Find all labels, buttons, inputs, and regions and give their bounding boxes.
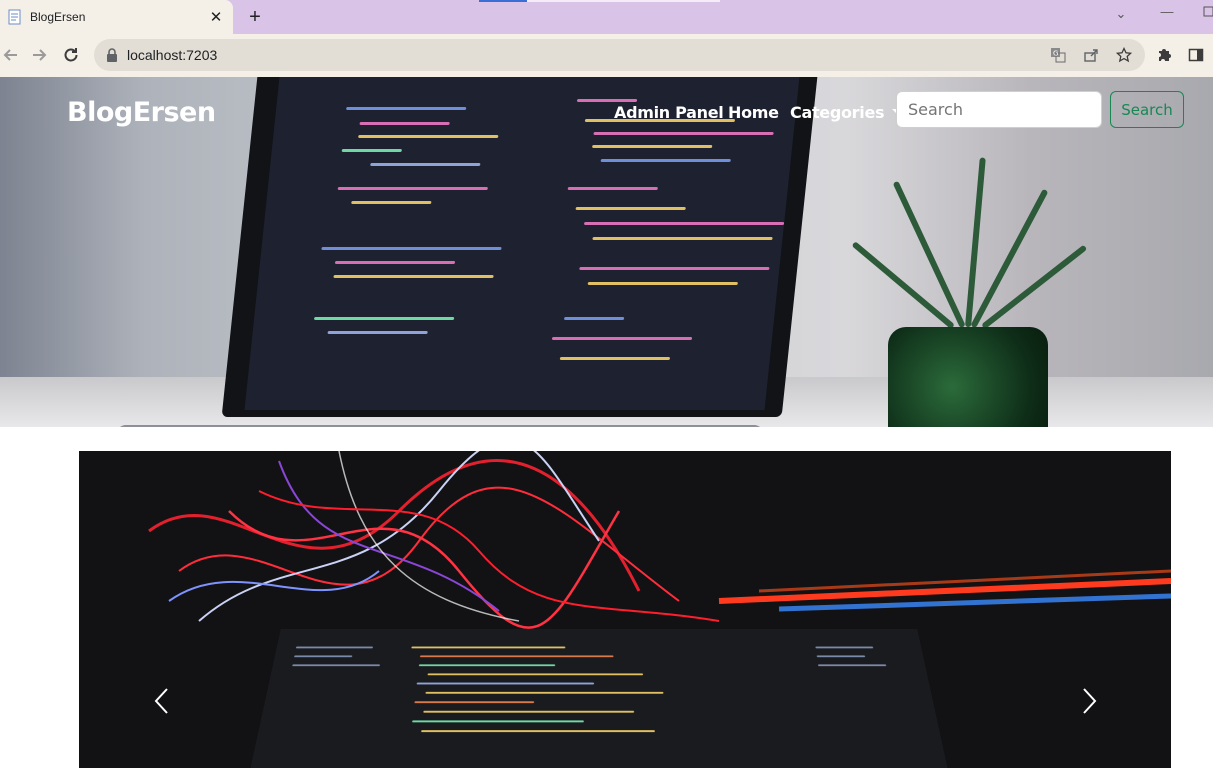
url-text[interactable]: localhost:7203 (127, 47, 217, 63)
tab-group-indicator (479, 0, 527, 2)
restore-button[interactable] (1198, 4, 1213, 22)
carousel-slide-image (79, 451, 1171, 768)
carousel-monitor (245, 629, 953, 768)
puzzle-icon[interactable] (1155, 46, 1173, 64)
share-icon[interactable] (1082, 46, 1100, 64)
nav-link-admin-panel[interactable]: Admin Panel (614, 103, 724, 122)
chevron-left-icon[interactable] (147, 683, 177, 719)
address-bar[interactable]: localhost:7203 G (94, 39, 1145, 71)
browser-tab[interactable]: BlogErsen ✕ (0, 0, 233, 34)
brand-logo[interactable]: BlogErsen (67, 97, 216, 128)
side-panel-icon[interactable] (1187, 46, 1205, 64)
hero-banner: BlogErsen Admin Panel Home Categories Se… (0, 77, 1213, 427)
tab-title: BlogErsen (30, 10, 86, 24)
translate-icon[interactable]: G (1049, 46, 1067, 64)
carousel (79, 451, 1171, 768)
minimize-button[interactable]: — (1157, 4, 1177, 22)
forward-arrow-icon[interactable] (28, 44, 50, 66)
browser-toolbar: localhost:7203 G (0, 34, 1213, 77)
site-navbar: BlogErsen Admin Panel Home Categories Se… (0, 77, 1213, 147)
search-input[interactable] (896, 91, 1102, 128)
lock-icon[interactable] (106, 48, 118, 67)
new-tab-button[interactable]: + (245, 7, 265, 27)
nav-dropdown-label: Categories (790, 103, 885, 122)
browser-tab-strip: BlogErsen ✕ + ⌄ — (0, 0, 1213, 34)
tab-group-indicator-secondary (527, 0, 720, 2)
nav-dropdown-categories[interactable]: Categories (790, 103, 903, 122)
back-arrow-icon[interactable] (0, 44, 22, 66)
close-icon[interactable]: ✕ (207, 8, 225, 26)
document-icon (7, 9, 23, 25)
star-icon[interactable] (1115, 46, 1133, 64)
reload-icon[interactable] (60, 44, 82, 66)
nav-link-home[interactable]: Home (728, 103, 779, 122)
hero-laptop-base (75, 425, 805, 427)
search-button[interactable]: Search (1110, 91, 1184, 128)
tab-search-button[interactable]: ⌄ (1111, 6, 1131, 24)
svg-text:G: G (1053, 50, 1058, 58)
chevron-right-icon[interactable] (1074, 683, 1104, 719)
hero-plant (888, 327, 1048, 427)
